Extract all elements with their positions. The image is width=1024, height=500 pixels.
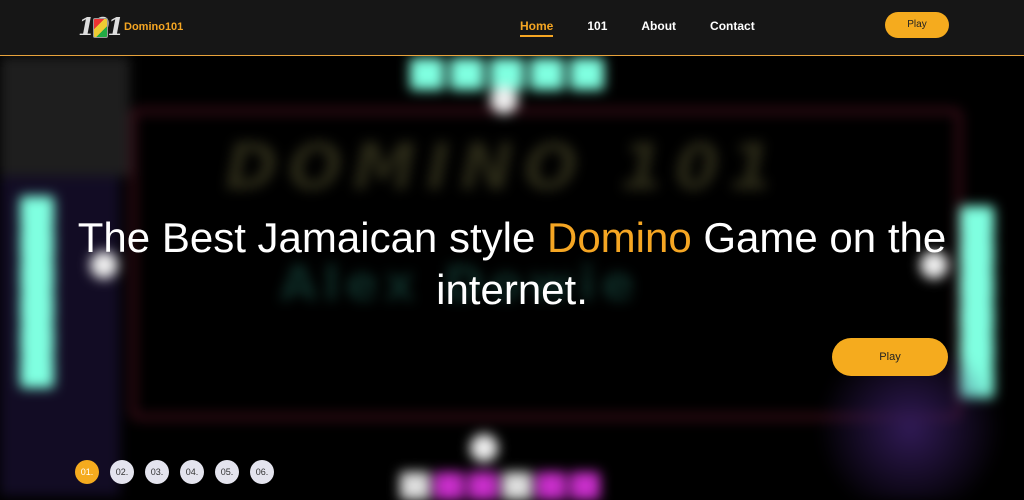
pager-dot-3[interactable]: 03. — [145, 460, 169, 484]
pager-dot-6[interactable]: 06. — [250, 460, 274, 484]
hero-title: The Best Jamaican style Domino Game on t… — [77, 214, 947, 313]
hero-play-button[interactable]: Play — [832, 338, 948, 376]
nav-about[interactable]: About — [641, 19, 676, 37]
pager-dot-2[interactable]: 02. — [110, 460, 134, 484]
nav-101[interactable]: 101 — [587, 19, 607, 37]
pager-dot-1[interactable]: 01. — [75, 460, 99, 484]
slide-pager: 01. 02. 03. 04. 05. 06. — [75, 460, 285, 484]
pager-dot-5[interactable]: 05. — [215, 460, 239, 484]
nav-contact[interactable]: Contact — [710, 19, 755, 37]
hero-title-accent: Domino — [546, 214, 692, 261]
pager-dot-4[interactable]: 04. — [180, 460, 204, 484]
domino-logo-icon: 101 — [78, 15, 124, 39]
main-nav: Home 101 About Contact — [520, 19, 789, 37]
header-play-button[interactable]: Play — [885, 12, 949, 38]
site-header: 101 Domino101 Home 101 About Contact Pla… — [0, 0, 1024, 56]
logo[interactable]: 101 Domino101 — [78, 15, 183, 39]
logo-text: Domino101 — [124, 21, 184, 33]
nav-home[interactable]: Home — [520, 19, 554, 37]
